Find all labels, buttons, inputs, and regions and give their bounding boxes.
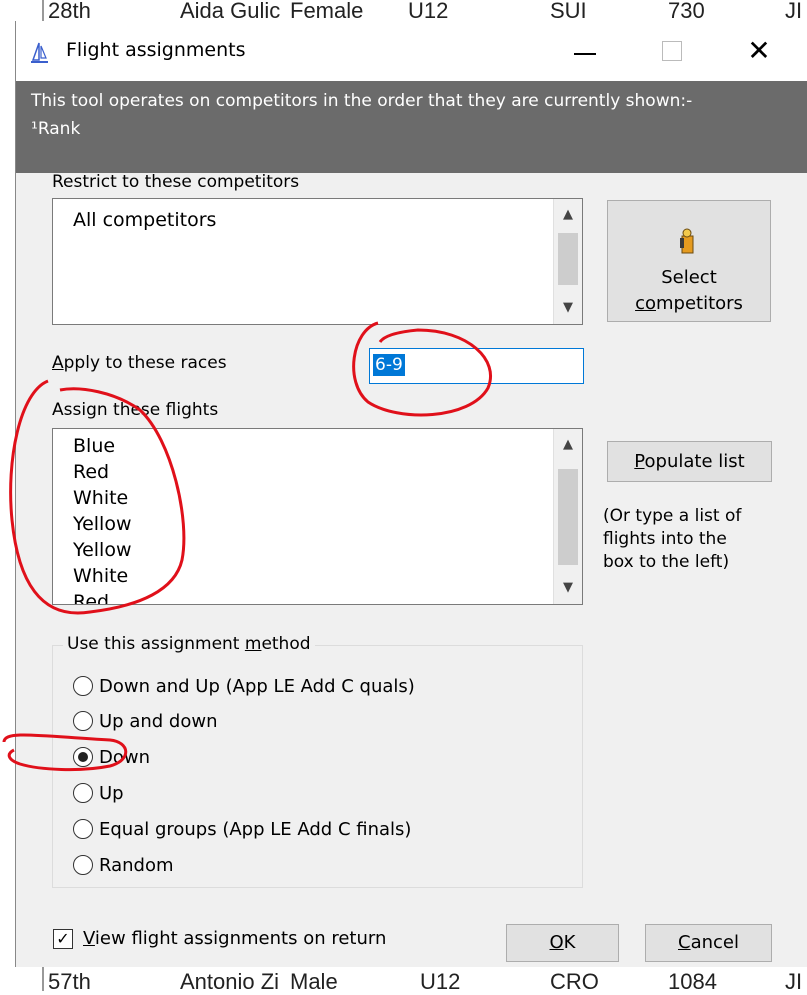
sailboat-icon <box>31 42 48 63</box>
info-text: This tool operates on competitors in the… <box>31 91 693 111</box>
background-row-bottom: 57th Antonio Zi Male U12 CRO 1084 JI <box>0 967 807 994</box>
window-title: Flight assignments <box>66 39 246 61</box>
list-item[interactable]: Red <box>73 589 132 604</box>
view-label-rest: iew flight assignments on return <box>94 928 387 949</box>
list-item[interactable]: Yellow <box>73 537 132 563</box>
scroll-up-icon[interactable]: ▲ <box>554 201 582 229</box>
populate-label: opulate list <box>644 451 745 472</box>
bg-points: 1084 <box>668 969 717 994</box>
list-item[interactable]: White <box>73 485 132 511</box>
bg-gender: Male <box>290 969 338 994</box>
scroll-thumb[interactable] <box>558 469 578 565</box>
legend-text-rest: ethod <box>261 634 311 654</box>
sort-order-text: ¹Rank <box>31 119 81 139</box>
list-item[interactable]: Yellow <box>73 511 132 537</box>
bg-name: Antonio Zi <box>180 969 280 994</box>
checkmark-icon: ✓ <box>56 929 70 948</box>
radio-circle[interactable] <box>73 855 93 875</box>
radio-random[interactable]: Random <box>73 855 174 876</box>
list-item[interactable]: Red <box>73 459 132 485</box>
flights-label: Assign these flights <box>52 400 219 420</box>
view-mnemonic: V <box>83 928 95 949</box>
select-competitors-icon <box>680 228 694 254</box>
radio-circle[interactable] <box>73 783 93 803</box>
radio-circle[interactable] <box>73 819 93 839</box>
radio-label: Random <box>99 855 174 876</box>
flights-listbox[interactable]: Blue Red White Yellow Yellow White Red ▲… <box>52 428 583 605</box>
title-bar[interactable]: Flight assignments ✕ <box>16 21 807 81</box>
assignment-method-legend: Use this assignment method <box>63 634 315 654</box>
radio-equal-groups[interactable]: Equal groups (App LE Add C finals) <box>73 819 411 840</box>
populate-hint: (Or type a list of flights into the box … <box>603 505 741 574</box>
restrict-label: Restrict to these competitors <box>52 172 300 192</box>
races-label-mnemonic: A <box>52 353 64 373</box>
bg-country: CRO <box>550 969 599 994</box>
competitors-scrollbar[interactable]: ▲ ▼ <box>553 199 582 324</box>
minimize-button[interactable] <box>556 31 616 71</box>
view-assignments-label[interactable]: View flight assignments on return <box>83 928 386 949</box>
radio-label: Up <box>99 783 124 804</box>
radio-label: Equal groups (App LE Add C finals) <box>99 819 412 840</box>
radio-up-and-down[interactable]: Up and down <box>73 711 217 732</box>
hint-line: box to the left) <box>603 552 730 572</box>
radio-circle[interactable] <box>73 676 93 696</box>
radio-circle[interactable] <box>73 711 93 731</box>
select-competitors-button[interactable]: Select competitors <box>607 200 771 322</box>
info-band: This tool operates on competitors in the… <box>16 81 807 173</box>
scroll-up-icon[interactable]: ▲ <box>554 431 582 459</box>
hint-line: flights into the <box>603 529 727 549</box>
flight-assignments-dialog: Flight assignments ✕ This tool operates … <box>15 21 807 967</box>
close-button[interactable]: ✕ <box>729 31 789 71</box>
radio-up[interactable]: Up <box>73 783 124 804</box>
scroll-down-icon[interactable]: ▼ <box>554 294 582 322</box>
select-button-label: Select <box>661 267 717 288</box>
populate-mnemonic: P <box>634 451 645 472</box>
select-button-label-rest: mpetitors <box>655 293 743 314</box>
flights-scrollbar[interactable]: ▲ ▼ <box>553 429 582 604</box>
ok-mnemonic: O <box>549 932 564 953</box>
radio-down-and-up[interactable]: Down and Up (App LE Add C quals) <box>73 676 415 697</box>
list-item[interactable]: Blue <box>73 433 132 459</box>
legend-mnemonic: m <box>244 634 262 654</box>
select-button-mnemonic: co <box>635 293 656 314</box>
column-separator <box>42 967 44 991</box>
races-label-rest: pply to these races <box>63 353 227 373</box>
races-input-value: 6-9 <box>373 354 405 376</box>
ok-label: K <box>563 932 576 953</box>
hint-line: (Or type a list of <box>603 506 742 526</box>
populate-list-button[interactable]: Populate list <box>607 441 772 482</box>
races-label: Apply to these races <box>52 353 227 373</box>
bg-rank: 57th <box>48 969 91 994</box>
radio-label: Down and Up (App LE Add C quals) <box>99 676 415 697</box>
maximize-button[interactable] <box>644 31 704 71</box>
scroll-thumb[interactable] <box>558 233 578 285</box>
radio-label: Down <box>99 747 151 768</box>
view-assignments-checkbox[interactable]: ✓ <box>53 929 73 949</box>
radio-down[interactable]: Down <box>73 747 150 768</box>
list-item[interactable]: All competitors <box>73 207 216 233</box>
bg-extra: JI <box>785 969 803 994</box>
radio-circle-selected[interactable] <box>73 747 93 767</box>
races-input[interactable]: 6-9 <box>369 348 584 384</box>
competitors-listbox[interactable]: All competitors ▲ ▼ <box>52 198 583 325</box>
legend-text: Use this assignment <box>67 634 245 654</box>
radio-label: Up and down <box>99 711 218 732</box>
scroll-down-icon[interactable]: ▼ <box>554 574 582 602</box>
ok-button[interactable]: OK <box>506 924 619 962</box>
cancel-label: ancel <box>690 932 739 953</box>
close-icon: ✕ <box>747 34 771 67</box>
bg-division: U12 <box>420 969 461 994</box>
cancel-button[interactable]: Cancel <box>645 924 772 962</box>
cancel-mnemonic: C <box>678 932 691 953</box>
list-item[interactable]: White <box>73 563 132 589</box>
